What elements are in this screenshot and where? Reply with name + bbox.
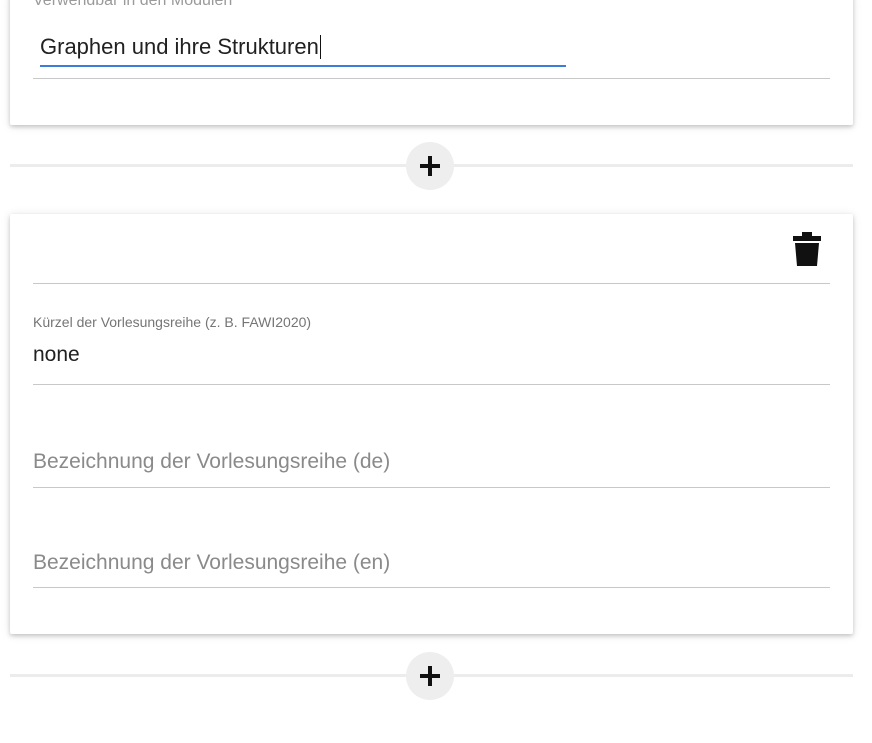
- name-de-input[interactable]: Bezeichnung der Vorlesungsreihe (de): [33, 450, 390, 474]
- trash-icon: [793, 232, 821, 266]
- name-en-underline: [33, 587, 830, 588]
- name-de-underline: [33, 487, 830, 488]
- delete-series-button[interactable]: [789, 231, 825, 267]
- plus-icon: [420, 156, 440, 176]
- lecture-series-card: Kürzel der Vorlesungsreihe (z. B. FAWI20…: [10, 214, 853, 634]
- add-series-button[interactable]: [406, 142, 454, 190]
- text-caret: [319, 35, 322, 59]
- short-code-underline: [33, 384, 830, 385]
- header-divider: [33, 283, 830, 284]
- short-code-label: Kürzel der Vorlesungsreihe (z. B. FAWI20…: [33, 314, 312, 330]
- short-code-input[interactable]: none: [33, 343, 80, 367]
- add-series-button-bottom[interactable]: [406, 652, 454, 700]
- module-card: Verwendbar in den Modulen Graphen und ih…: [10, 0, 853, 125]
- modules-input-value: Graphen und ihre Strukturen: [40, 34, 322, 60]
- name-en-input[interactable]: Bezeichnung der Vorlesungsreihe (en): [33, 551, 390, 575]
- focus-underline: [40, 65, 566, 67]
- field-underline: [33, 78, 830, 79]
- modules-input[interactable]: Graphen und ihre Strukturen: [40, 28, 566, 68]
- modules-field-label: Verwendbar in den Modulen: [33, 0, 233, 9]
- plus-icon: [420, 666, 440, 686]
